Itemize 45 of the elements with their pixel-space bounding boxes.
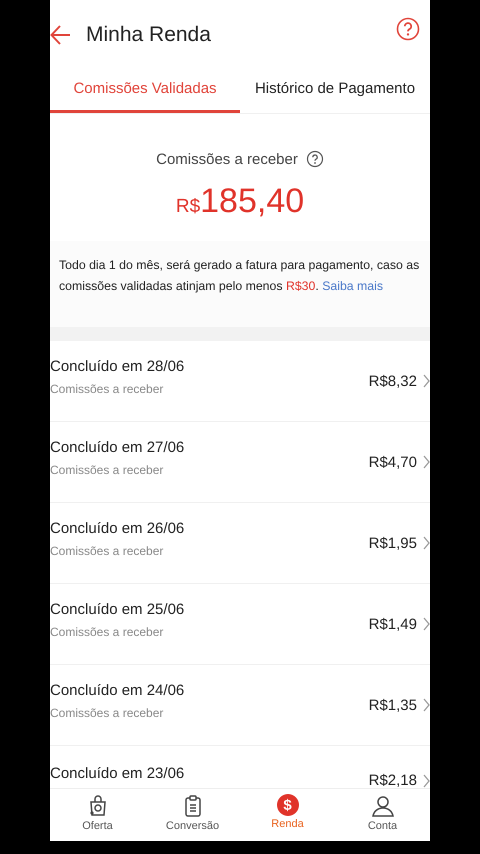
nav-tab[interactable]: $ Renda — [240, 789, 335, 841]
summary-label: Comissões a receber — [156, 150, 298, 168]
commission-row[interactable]: Concluído em 28/06 Comissões a receber R$8,32 — [50, 341, 430, 422]
entry-subtitle: Comissões a receber — [50, 382, 164, 396]
commission-row[interactable]: Concluído em 24/06 Comissões a receber R$1,35 — [50, 665, 430, 746]
person-icon — [370, 794, 394, 818]
entry-amount: R$4,70 — [368, 454, 417, 470]
nav-tab[interactable]: Oferta — [50, 789, 145, 841]
chevron-right-icon — [423, 455, 430, 469]
chevron-right-icon — [423, 536, 430, 550]
learn-more-link[interactable]: Saiba mais — [322, 279, 384, 293]
help-icon — [396, 17, 420, 41]
chevron-right-icon — [423, 617, 430, 631]
dollar-icon: $ — [276, 794, 298, 816]
help-button[interactable] — [396, 17, 420, 41]
entry-subtitle: Comissões a receber — [50, 544, 164, 558]
tab[interactable]: Histórico de Pagamento — [240, 66, 430, 113]
nav-tab[interactable]: Conversão — [145, 789, 240, 841]
entry-amount: R$8,32 — [368, 372, 417, 390]
chevron-right-icon — [423, 698, 430, 712]
entry-title: Concluído em 23/06 — [50, 765, 186, 782]
page-title: Minha Renda — [86, 23, 212, 47]
entry-amount: R$1,49 — [368, 616, 417, 632]
entry-amount: R$1,35 — [368, 696, 417, 714]
entry-subtitle: Comissões a receber — [50, 625, 164, 639]
commission-row[interactable]: Concluído em 27/06 Comissões a receber R$4,70 — [50, 422, 430, 503]
help-icon — [306, 150, 324, 168]
nav-tab[interactable]: Conta — [335, 789, 430, 841]
commission-row[interactable]: Concluído em 25/06 Comissões a receber R$1,49 — [50, 584, 430, 665]
info-text: Todo dia 1 do mês, será gerado a fatura para pagamento, caso as comissões validadas atinjam pelo menos R$30. Saiba mais — [50, 241, 430, 327]
currency-symbol: R$ — [176, 196, 200, 218]
entry-title: Concluído em 24/06 — [50, 682, 186, 699]
balance-amount: 185,40 — [200, 182, 304, 221]
entry-title: Concluído em 25/06 — [50, 601, 186, 618]
back-arrow-icon — [50, 23, 72, 47]
entry-title: Concluído em 28/06 — [50, 358, 186, 375]
back-button[interactable] — [50, 23, 72, 47]
chevron-right-icon — [423, 374, 430, 388]
entry-subtitle: Comissões a receber — [50, 463, 164, 477]
entry-subtitle: Comissões a receber — [50, 706, 164, 720]
entry-title: Concluído em 26/06 — [50, 520, 186, 537]
entry-amount: R$1,95 — [368, 534, 417, 552]
commission-row[interactable]: Concluído em 26/06 Comissões a receber R$1,95 — [50, 503, 430, 584]
entry-title: Concluído em 27/06 — [50, 439, 186, 456]
entry-amount: R$2,18 — [368, 772, 417, 788]
